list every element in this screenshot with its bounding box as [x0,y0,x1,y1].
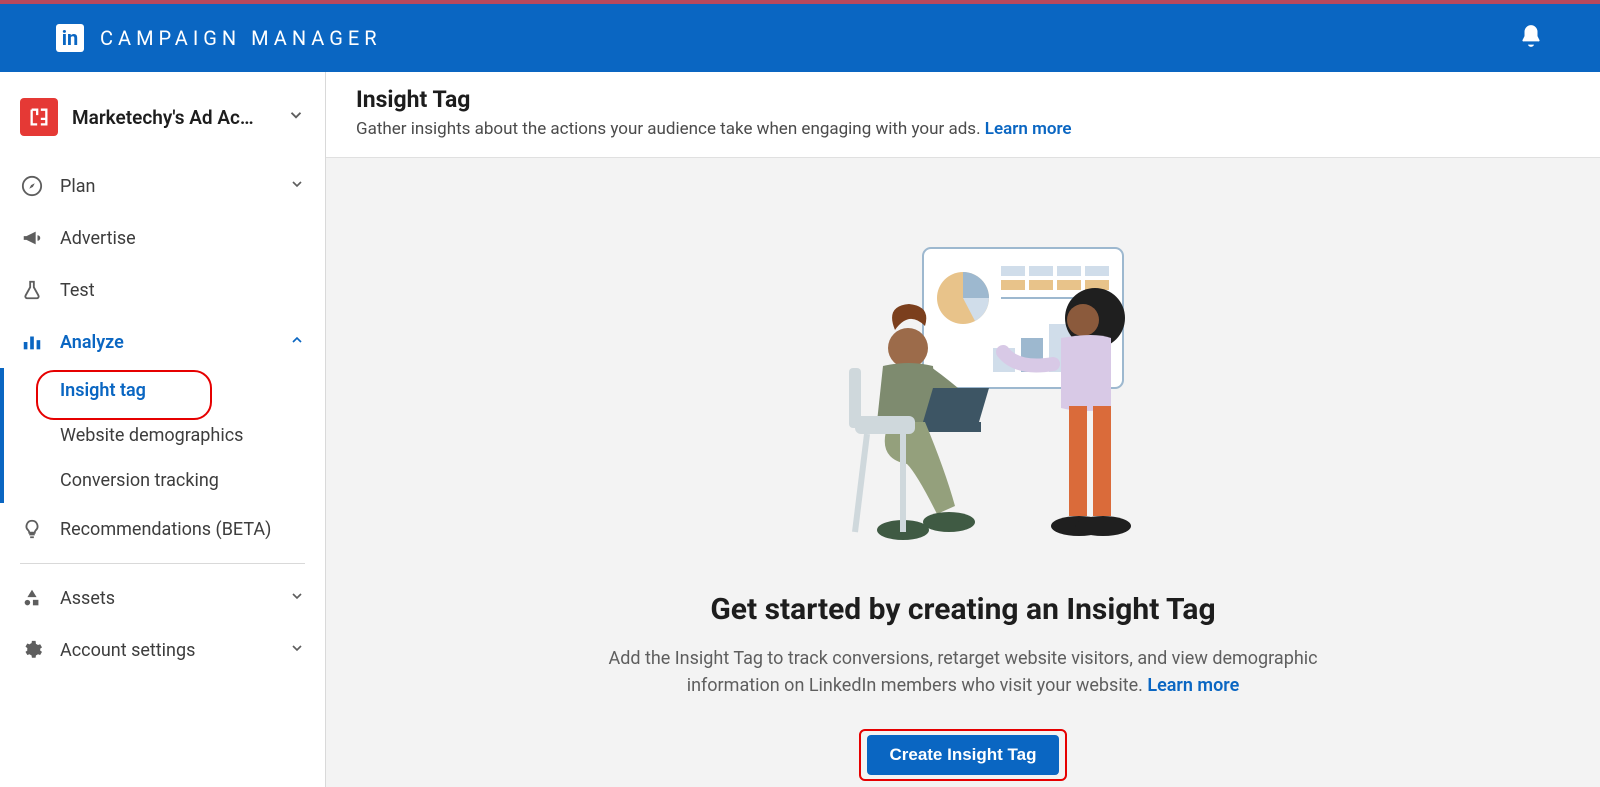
sidebar-item-label: Assets [60,588,115,609]
gear-icon [20,638,44,662]
megaphone-icon [20,226,44,250]
sidebar: Marketechy's Ad Ac… Plan Advertise [0,72,326,787]
linkedin-logo-icon: in [56,24,84,52]
illustration-analytics-presentation [793,238,1133,562]
app-title: CAMPAIGN MANAGER [100,26,382,50]
sidebar-item-assets[interactable]: Assets [0,572,325,624]
learn-more-link[interactable]: Learn more [1147,675,1239,696]
sidebar-subitem-conversion-tracking[interactable]: Conversion tracking [0,458,325,503]
main-content: Insight Tag Gather insights about the ac… [326,72,1600,787]
page-subtitle-text: Gather insights about the actions your a… [356,119,981,139]
shapes-icon [20,586,44,610]
sidebar-item-label: Conversion tracking [60,470,219,491]
sidebar-subitem-insight-tag[interactable]: Insight tag [0,368,325,413]
sidebar-item-plan[interactable]: Plan [0,160,325,212]
notifications-icon[interactable] [1518,23,1544,53]
sidebar-item-test[interactable]: Test [0,264,325,316]
create-insight-tag-button[interactable]: Create Insight Tag [867,735,1058,775]
chevron-down-icon [287,106,305,128]
analyze-submenu: Insight tag Website demographics Convers… [0,368,325,503]
sidebar-subitem-website-demographics[interactable]: Website demographics [0,413,325,458]
sidebar-item-label: Plan [60,176,95,197]
learn-more-link[interactable]: Learn more [985,119,1072,139]
topbar-brand: in CAMPAIGN MANAGER [56,24,382,52]
sidebar-item-label: Test [60,280,95,301]
account-name: Marketechy's Ad Ac… [72,106,273,129]
flask-icon [20,278,44,302]
account-logo-icon [20,98,58,136]
sidebar-item-analyze[interactable]: Analyze [0,316,325,368]
topbar: in CAMPAIGN MANAGER [0,0,1600,72]
empty-state-heading: Get started by creating an Insight Tag [710,592,1215,627]
compass-icon [20,174,44,198]
sidebar-item-recommendations[interactable]: Recommendations (BETA) [0,503,325,555]
page-subtitle: Gather insights about the actions your a… [356,119,1570,139]
sidebar-item-account-settings[interactable]: Account settings [0,624,325,676]
empty-state-body: Add the Insight Tag to track conversions… [563,645,1363,699]
bar-chart-icon [20,330,44,354]
sidebar-item-label: Website demographics [60,425,243,446]
divider [20,563,305,564]
sidebar-item-label: Insight tag [60,380,146,401]
chevron-up-icon [289,332,305,353]
sidebar-item-label: Advertise [60,228,136,249]
chevron-down-icon [289,640,305,661]
annotation-highlight: Create Insight Tag [859,729,1066,781]
sidebar-item-label: Recommendations (BETA) [60,519,271,540]
chevron-down-icon [289,176,305,197]
page-header: Insight Tag Gather insights about the ac… [326,72,1600,158]
sidebar-item-advertise[interactable]: Advertise [0,212,325,264]
page-title: Insight Tag [356,86,1570,113]
sidebar-item-label: Account settings [60,640,195,661]
account-selector[interactable]: Marketechy's Ad Ac… [0,90,325,160]
chevron-down-icon [289,588,305,609]
lightbulb-icon [20,517,44,541]
empty-state: Get started by creating an Insight Tag A… [326,158,1600,787]
sidebar-item-label: Analyze [60,332,124,353]
